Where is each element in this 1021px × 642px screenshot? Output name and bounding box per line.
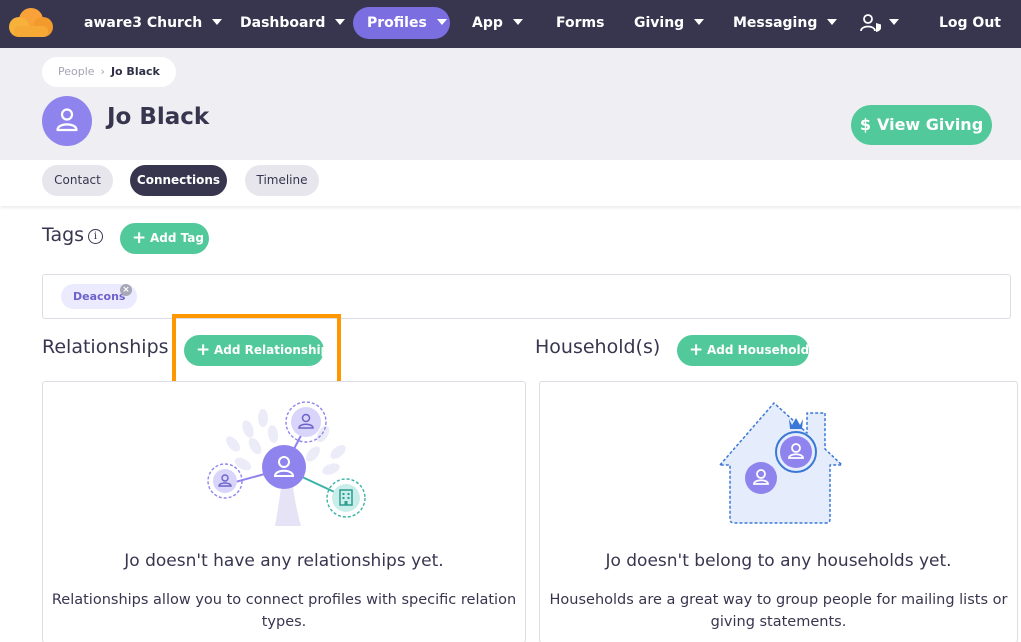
nav-forms-label: Forms xyxy=(556,15,605,31)
nav-messaging[interactable]: Messaging xyxy=(719,7,851,39)
relationships-card: Jo doesn't have any relationships yet. R… xyxy=(42,381,526,642)
breadcrumb-current: Jo Black xyxy=(110,65,160,78)
households-empty-title: Jo doesn't belong to any households yet. xyxy=(605,551,952,571)
info-icon[interactable]: i xyxy=(88,229,103,244)
nav-giving-label: Giving xyxy=(634,15,685,31)
nav-forms[interactable]: Forms xyxy=(542,7,618,39)
tabs-bar: Contact Connections Timeline xyxy=(0,160,1021,206)
add-household-label: Add Household xyxy=(707,343,810,357)
logout-link[interactable]: Log Out xyxy=(925,7,1015,39)
relationship-tree-illustration xyxy=(207,401,366,526)
chevron-down-icon xyxy=(827,19,838,25)
breadcrumb: People › Jo Black xyxy=(42,57,176,87)
profile-header: People › Jo Black Jo Black $ View Giving xyxy=(0,48,1021,160)
relationships-empty-desc: Relationships allow you to connect profi… xyxy=(51,592,517,630)
household-illustration xyxy=(719,402,843,524)
add-tag-label: Add Tag xyxy=(150,231,204,245)
nav-profiles-label: Profiles xyxy=(367,15,427,31)
aware3-logo-icon[interactable] xyxy=(8,6,54,40)
nav-dashboard[interactable]: Dashboard xyxy=(226,7,359,39)
plus-icon: + xyxy=(132,228,147,248)
nav-account-menu[interactable] xyxy=(845,7,913,39)
households-empty-desc: Households are a great way to group peop… xyxy=(549,592,1008,630)
chevron-right-icon: › xyxy=(100,65,105,78)
nav-profiles[interactable]: Profiles xyxy=(353,7,450,39)
chevron-down-icon xyxy=(512,19,523,25)
tags-field[interactable]: Deacons × xyxy=(42,274,1011,319)
chevron-down-icon xyxy=(212,19,223,25)
top-nav: aware3 Church Dashboard Profiles App For… xyxy=(0,0,1021,48)
tab-timeline[interactable]: Timeline xyxy=(245,165,319,196)
add-relationship-label: Add Relationship xyxy=(214,343,330,357)
add-household-button[interactable]: + Add Household xyxy=(677,335,809,366)
relationships-heading: Relationships xyxy=(42,336,169,358)
households-heading: Household(s) xyxy=(535,336,661,358)
nav-church-select[interactable]: aware3 Church xyxy=(70,7,236,39)
relationships-empty-title: Jo doesn't have any relationships yet. xyxy=(124,551,444,571)
church-name: aware3 Church xyxy=(84,15,203,31)
page-title: Jo Black xyxy=(107,104,210,130)
avatar xyxy=(42,96,92,146)
households-card: Jo doesn't belong to any households yet.… xyxy=(539,381,1018,642)
dollar-icon: $ xyxy=(859,115,871,134)
view-giving-label: View Giving xyxy=(876,115,984,134)
nav-giving[interactable]: Giving xyxy=(620,7,718,39)
breadcrumb-people-link[interactable]: People xyxy=(58,65,95,78)
nav-app[interactable]: App xyxy=(458,7,537,39)
plus-icon: + xyxy=(689,340,704,360)
nav-messaging-label: Messaging xyxy=(733,15,818,31)
add-tag-button[interactable]: + Add Tag xyxy=(120,223,209,254)
chevron-down-icon xyxy=(889,19,899,25)
remove-tag-icon[interactable]: × xyxy=(120,284,132,296)
user-shield-icon xyxy=(860,14,881,32)
user-icon xyxy=(56,108,78,132)
tab-connections[interactable]: Connections xyxy=(130,165,227,196)
nav-app-label: App xyxy=(472,15,503,31)
add-relationship-button[interactable]: + Add Relationship xyxy=(184,335,329,366)
tags-heading: Tags xyxy=(42,224,85,246)
view-giving-button[interactable]: $ View Giving xyxy=(851,105,992,145)
chevron-down-icon xyxy=(694,19,705,25)
chevron-down-icon xyxy=(335,19,346,25)
chevron-down-icon xyxy=(436,19,447,25)
tab-contact[interactable]: Contact xyxy=(42,165,113,196)
nav-dashboard-label: Dashboard xyxy=(240,15,326,31)
plus-icon: + xyxy=(196,340,211,360)
